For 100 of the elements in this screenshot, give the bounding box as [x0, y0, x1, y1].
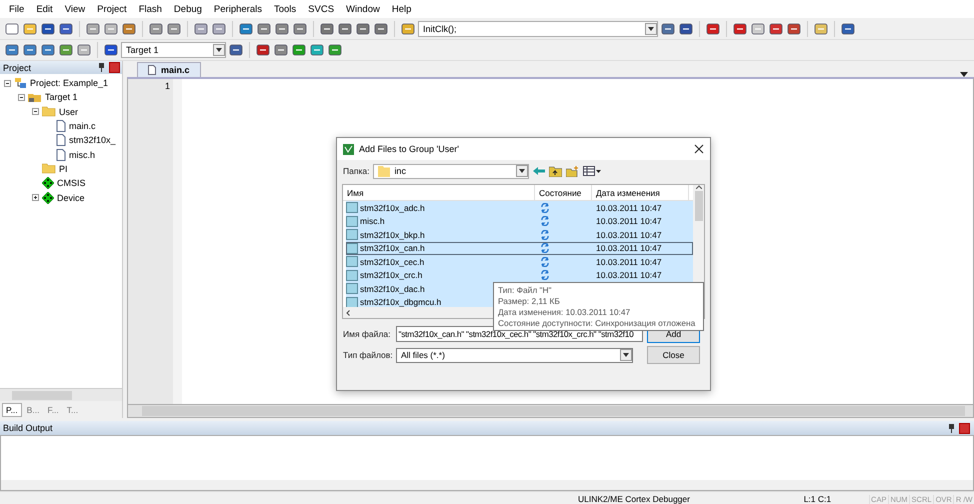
view-menu-icon[interactable] [583, 166, 602, 176]
file-name: stm32f10x_crc.h [360, 270, 422, 280]
file-name: misc.h [360, 216, 385, 226]
date-cell-text: 10.03.2011 10:47 [595, 202, 663, 213]
file-row[interactable]: stm32f10x_crc.h 10.03.2011 10:47 [346, 268, 693, 282]
dropdown-button[interactable] [620, 349, 632, 361]
file-name: stm32f10x_cec.h [360, 256, 424, 267]
filetype-combo[interactable]: All files (*.*) [396, 348, 633, 362]
column-header[interactable]: Состояние [535, 185, 592, 200]
file-row[interactable]: misc.h 10.03.2011 10:47 [346, 214, 693, 228]
menu-item[interactable]: File [3, 4, 30, 14]
panel-tab[interactable]: T... [64, 402, 82, 416]
field-label: Папка: [343, 166, 370, 176]
close-button[interactable] [959, 422, 970, 434]
tooltip-line: Размер: 2,11 КБ [498, 296, 561, 306]
menu-item[interactable]: Debug [168, 4, 208, 14]
tree-item[interactable]: User [59, 106, 78, 117]
menu-item[interactable]: SVCS [302, 4, 340, 14]
file-name: stm32f10x_adc.h [360, 202, 425, 213]
menu-item[interactable]: Project [91, 4, 133, 14]
column-header[interactable]: Имя [343, 185, 535, 200]
tooltip-line: Дата изменения: 10.03.2011 10:47 [498, 307, 632, 317]
field-label: Имя файла: [343, 329, 392, 339]
file-icon [346, 283, 358, 294]
app-icon [343, 144, 354, 154]
dialog-title: Add Files to Group 'User' [359, 144, 460, 154]
tree-item[interactable]: misc.h [69, 150, 96, 160]
panel-tab[interactable]: B... [24, 402, 42, 416]
file-row[interactable]: stm32f10x_adc.h 10.03.2011 10:47 [346, 201, 693, 214]
cursor-position: L:1 C:1 [804, 494, 832, 504]
file-icon [346, 216, 358, 227]
panel-tab[interactable]: F... [44, 402, 62, 416]
tree-item[interactable]: main.c [69, 121, 96, 132]
file-name: stm32f10x_can.h [360, 243, 425, 254]
dropdown-icon[interactable] [960, 72, 968, 77]
panel-tab[interactable]: P... [2, 402, 22, 416]
scrollbar[interactable] [0, 388, 122, 401]
up-folder-icon[interactable] [549, 166, 562, 176]
file-icon [56, 120, 66, 132]
editor-tab[interactable]: main.c [137, 62, 201, 77]
scroll-up-icon[interactable] [696, 185, 702, 189]
folder-icon [28, 92, 42, 103]
column-header[interactable]: Дата изменения [592, 185, 689, 200]
line-number: 1 [164, 81, 170, 91]
file-name: stm32f10x_dbgmcu.h [360, 297, 442, 307]
file-name: stm32f10x_bkp.h [360, 230, 425, 240]
target-combo[interactable]: Target 1 [121, 42, 226, 58]
debugger-status: ULINK2/ME Cortex Debugger [578, 494, 691, 504]
close-button[interactable]: Close [647, 346, 700, 364]
folder-icon [378, 166, 390, 176]
folder-icon [42, 163, 56, 174]
scroll-thumb[interactable] [694, 191, 702, 221]
file-row[interactable]: stm32f10x_cec.h 10.03.2011 10:47 [346, 255, 693, 268]
scrollbar[interactable] [127, 405, 974, 418]
function-combo[interactable]: InitClk(); [418, 20, 658, 36]
file-icon [56, 134, 66, 146]
date-cell-text: 10.03.2011 10:47 [595, 256, 663, 267]
menu-item[interactable]: Window [340, 4, 386, 14]
expand-icon[interactable] [32, 194, 39, 202]
file-icon [346, 270, 358, 281]
menu-item[interactable]: Help [386, 4, 418, 14]
tree-item[interactable]: Target 1 [45, 92, 78, 102]
close-icon[interactable] [694, 144, 704, 154]
tooltip-line: Тип: Файл "H" [498, 285, 553, 295]
dropdown-button[interactable] [213, 44, 225, 56]
collapse-icon[interactable] [18, 94, 25, 101]
file-row[interactable]: stm32f10x_bkp.h 10.03.2011 10:47 [346, 228, 693, 242]
dropdown-button[interactable] [516, 165, 528, 177]
date-cell-text: 10.03.2011 10:47 [595, 230, 663, 240]
file-row[interactable]: stm32f10x_can.h 10.03.2011 10:47 [346, 242, 693, 255]
tree-item[interactable]: stm32f10x_ [69, 135, 116, 146]
file-icon [346, 242, 358, 254]
field-label: Тип файлов: [343, 350, 392, 360]
panel-title: Project [3, 62, 32, 72]
file-icon [346, 229, 358, 240]
date-cell-text: 10.03.2011 10:47 [595, 243, 663, 254]
menu-item[interactable]: Tools [268, 4, 302, 14]
tree-item[interactable]: Project: Example_1 [30, 78, 108, 88]
menu-item[interactable]: View [58, 4, 92, 14]
menu-item[interactable]: Flash [132, 4, 168, 14]
tree-item[interactable]: PI [59, 164, 68, 174]
tree-item[interactable]: Device [57, 192, 85, 203]
folder-combo[interactable]: inc [373, 164, 530, 178]
pin-icon[interactable] [948, 424, 955, 432]
file-icon [56, 148, 66, 161]
date-cell-text: 10.03.2011 10:47 [595, 270, 663, 280]
tooltip-line: Состояние доступности: Синхронизация отложена [498, 318, 696, 328]
collapse-icon[interactable] [32, 108, 39, 116]
dropdown-button[interactable] [645, 22, 657, 34]
file-icon [346, 202, 358, 214]
menu-item[interactable]: Peripherals [208, 4, 268, 14]
scroll-left-icon[interactable] [346, 310, 350, 316]
collapse-icon[interactable] [4, 80, 11, 87]
menu-item[interactable]: Edit [30, 4, 59, 14]
file-icon [346, 256, 358, 268]
file-icon [148, 65, 156, 75]
pin-icon[interactable] [98, 63, 105, 72]
tree-item[interactable]: CMSIS [57, 178, 86, 188]
panel-title: Build Output [3, 423, 53, 433]
file-name: stm32f10x_dac.h [360, 284, 425, 294]
